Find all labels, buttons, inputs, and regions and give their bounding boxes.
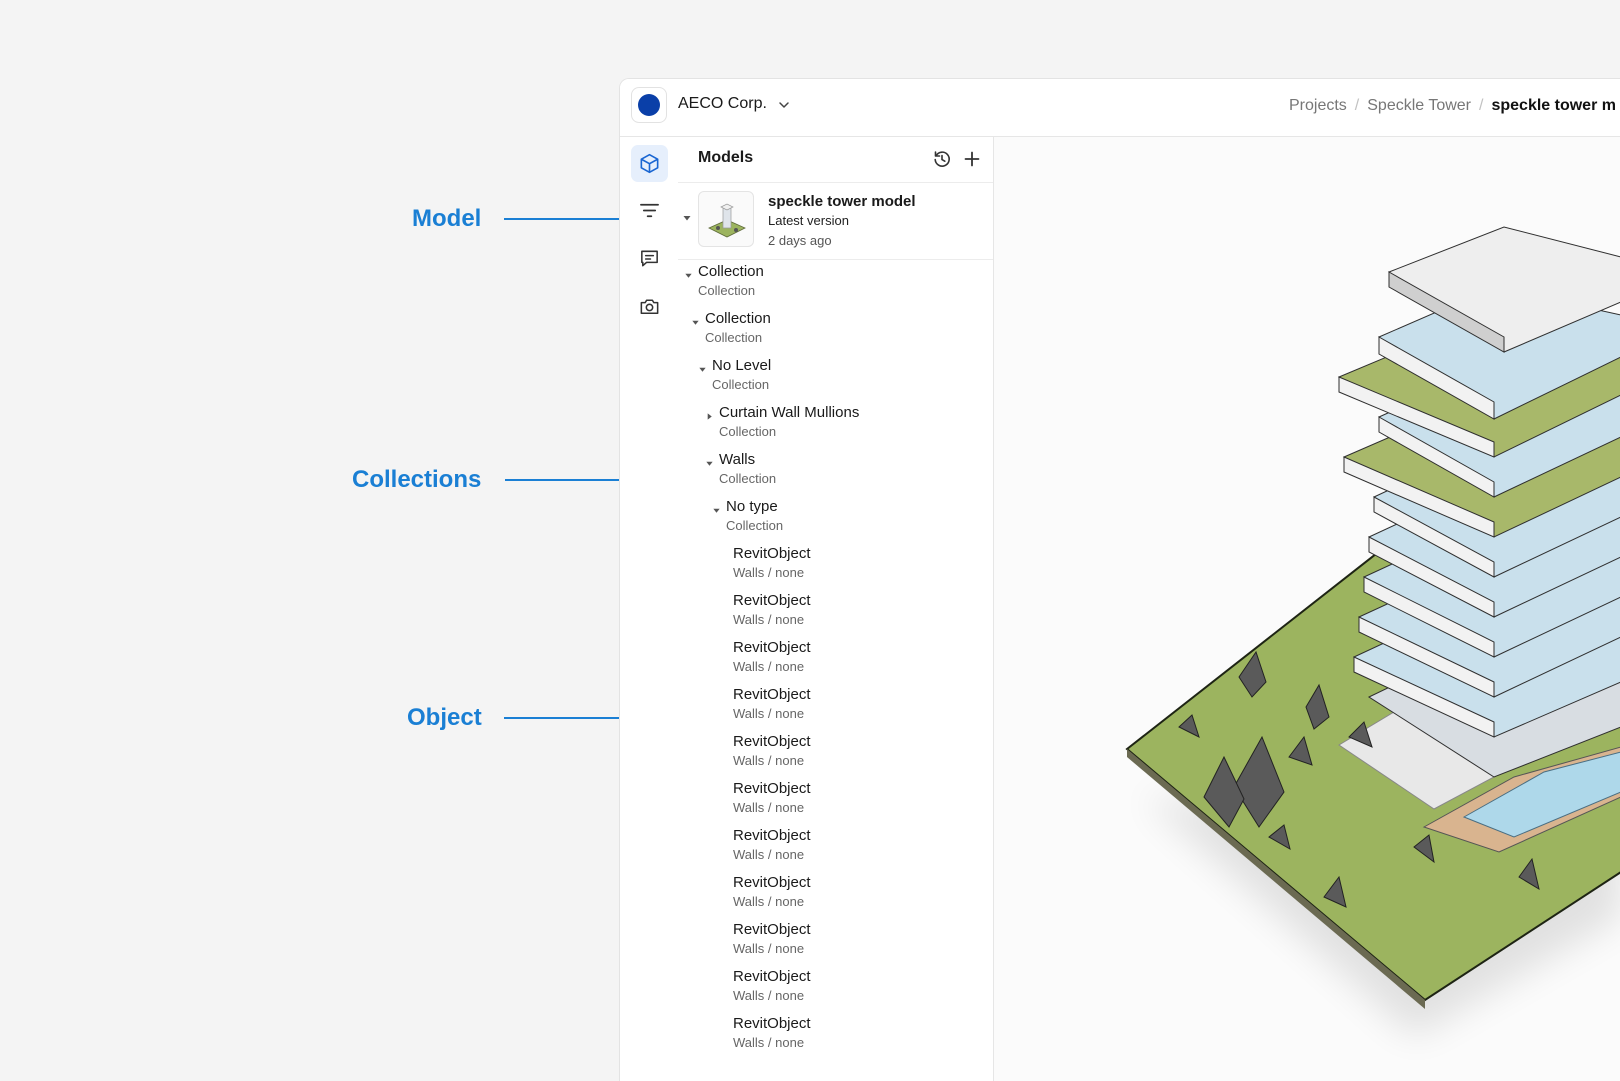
tree-collection-row[interactable]: Curtain Wall Mullions Collection [678,402,993,446]
breadcrumb-projects[interactable]: Projects [1289,97,1347,114]
chevron-down-icon[interactable] [777,98,791,112]
tree-node-name: Collection [705,310,771,327]
rail-views-button[interactable] [631,288,668,325]
history-icon[interactable] [932,149,952,169]
caret-down-icon[interactable] [691,318,700,327]
tree-object-row[interactable]: RevitObject Walls / none [678,1013,993,1057]
app-window: AECO Corp. Projects / Speckle Tower / speckl… [619,78,1620,1081]
tree-node-name: No type [726,498,778,515]
building-model-render[interactable] [994,137,1620,1081]
tree-collection-row[interactable]: Collection Collection [678,308,993,352]
panel-header: Models [678,137,993,183]
tree-node-name: RevitObject [733,827,811,844]
tree-object-row[interactable]: RevitObject Walls / none [678,778,993,822]
tree-node-type: Collection [698,283,756,298]
tree-node-name: RevitObject [733,545,811,562]
caret-down-icon[interactable] [684,271,693,280]
tree-node-name: Collection [698,263,764,280]
tree-node-name: Walls [719,451,756,468]
models-panel: Models speckle tower model Latest versio… [678,137,994,1081]
tree-node-name: RevitObject [733,639,811,656]
tree-node-type: Collection [705,330,763,345]
tree-node-type: Walls / none [733,847,805,862]
model-name: speckle tower model [768,193,916,210]
callout-collections-label: Collections [352,466,482,493]
tree-node-type: Walls / none [733,659,805,674]
tree-node-type: Collection [719,424,777,439]
tree-object-row[interactable]: RevitObject Walls / none [678,919,993,963]
tree-node-type: Walls / none [733,988,805,1003]
icon-rail [620,137,679,1081]
camera-icon [640,299,659,314]
panel-title: Models [698,149,754,166]
workspace-name[interactable]: AECO Corp. [678,95,767,113]
tree-node-type: Walls / none [733,894,805,909]
model-version: Latest version [768,213,849,228]
tree-object-row[interactable]: RevitObject Walls / none [678,590,993,634]
cube-icon [640,153,659,174]
caret-down-icon[interactable] [705,459,714,468]
tree-node-name: RevitObject [733,733,811,750]
callout-model-label: Model [412,205,482,232]
tree-node-name: No Level [712,357,772,374]
tree-object-row[interactable]: RevitObject Walls / none [678,872,993,916]
workspace-logo[interactable] [631,87,667,123]
tree-object-row[interactable]: RevitObject Walls / none [678,543,993,587]
tree-node-type: Walls / none [733,565,805,580]
model-thumbnail [698,191,754,247]
3d-viewer[interactable] [994,137,1620,1081]
tree-node-type: Walls / none [733,706,805,721]
tree-node-type: Walls / none [733,800,805,815]
tree-node-type: Walls / none [733,612,805,627]
top-bar: AECO Corp. Projects / Speckle Tower / speckl… [620,79,1620,137]
tree-node-type: Walls / none [733,1035,805,1050]
filter-icon [640,203,659,218]
breadcrumb-model: speckle tower m [1491,97,1616,114]
comment-icon [641,250,658,267]
tree-node-name: RevitObject [733,921,811,938]
caret-down-icon[interactable] [682,213,692,223]
tree-object-row[interactable]: RevitObject Walls / none [678,637,993,681]
tree-collection-row[interactable]: Walls Collection [678,449,993,493]
rail-models-button[interactable] [631,145,668,182]
tree-node-type: Collection [719,471,777,486]
tree-node-type: Walls / none [733,753,805,768]
caret-down-icon[interactable] [698,365,707,374]
breadcrumb-project[interactable]: Speckle Tower [1367,97,1471,114]
tree-object-row[interactable]: RevitObject Walls / none [678,966,993,1010]
model-thumbnail-image [708,203,746,238]
tree-node-name: RevitObject [733,686,811,703]
tree-node-name: Curtain Wall Mullions [719,404,860,421]
tree-collection-row[interactable]: Collection Collection [678,261,993,305]
tree-node-type: Walls / none [733,941,805,956]
caret-down-icon[interactable] [712,506,721,515]
tree-node-name: RevitObject [733,1015,811,1032]
callout-object-label: Object [407,704,482,731]
tree-node-type: Collection [712,377,770,392]
rail-filters-button[interactable] [631,192,668,229]
tree-node-name: RevitObject [733,874,811,891]
breadcrumb: Projects / Speckle Tower / speckle tower m [1289,97,1616,114]
rail-discussions-button[interactable] [631,240,668,277]
tree-object-row[interactable]: RevitObject Walls / none [678,684,993,728]
tree-node-type: Collection [726,518,784,533]
plus-icon[interactable] [962,149,982,169]
caret-right-icon[interactable] [705,412,714,421]
model-updated: 2 days ago [768,233,832,248]
tree-object-row[interactable]: RevitObject Walls / none [678,731,993,775]
tree-collection-row[interactable]: No type Collection [678,496,993,540]
tree-node-name: RevitObject [733,968,811,985]
tree-collection-row[interactable]: No Level Collection [678,355,993,399]
tree-node-name: RevitObject [733,780,811,797]
tree-node-name: RevitObject [733,592,811,609]
tree-object-row[interactable]: RevitObject Walls / none [678,825,993,869]
model-card[interactable]: speckle tower model Latest version 2 day… [678,183,993,260]
